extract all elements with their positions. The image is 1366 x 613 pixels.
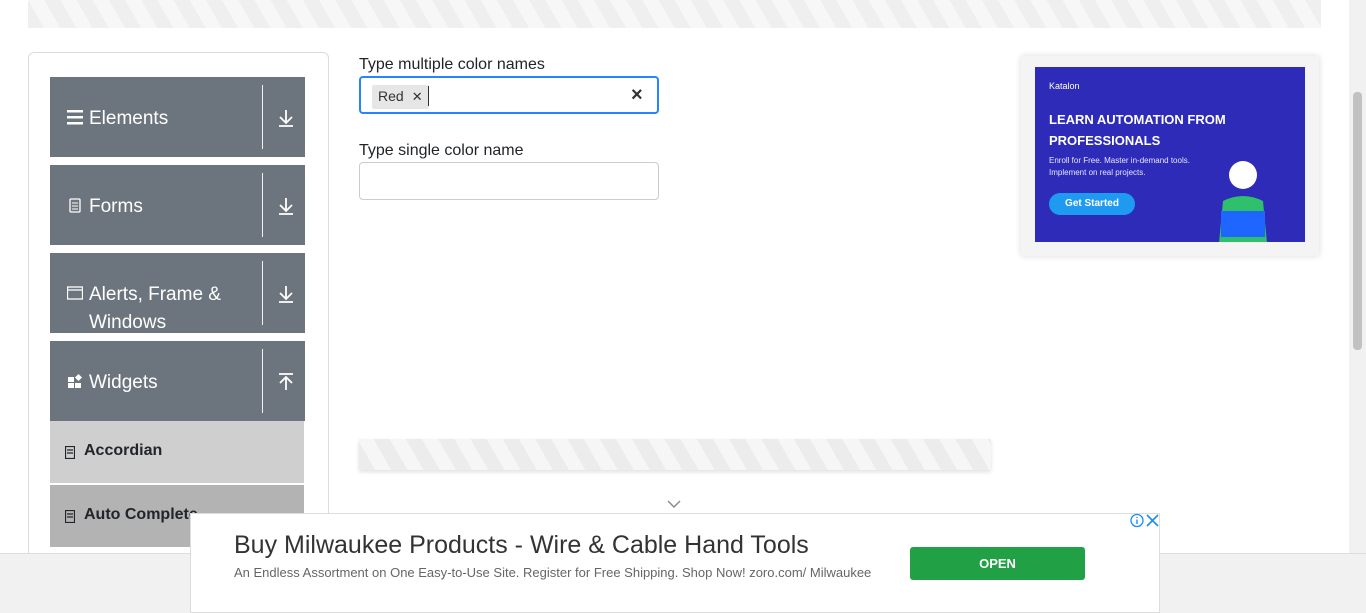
chip-label: Red xyxy=(378,88,404,104)
bottom-ad-title[interactable]: Buy Milwaukee Products - Wire & Cable Ha… xyxy=(234,531,809,560)
download-arrow-icon[interactable] xyxy=(277,196,295,216)
single-color-label: Type single color name xyxy=(359,142,524,159)
single-color-input[interactable] xyxy=(359,162,659,200)
scrollbar-thumb[interactable] xyxy=(1353,92,1362,350)
ad-info-close-icon[interactable] xyxy=(1129,513,1160,528)
sidebar-group-alerts[interactable]: Alerts, Frame & Windows xyxy=(50,253,305,333)
item-icon xyxy=(65,510,75,523)
sidebar-group-elements[interactable]: Elements xyxy=(50,77,305,157)
ad-get-started-button[interactable]: Get Started xyxy=(1049,193,1135,215)
upload-arrow-icon[interactable] xyxy=(277,372,295,392)
bottom-ad-description: An Endless Assortment on One Easy-to-Use… xyxy=(234,565,872,580)
divider xyxy=(262,261,263,325)
clear-icon[interactable]: × xyxy=(631,84,643,107)
multi-color-label: Type multiple color names xyxy=(359,56,545,73)
sidebar-group-label: Elements xyxy=(89,108,169,129)
item-icon xyxy=(65,446,75,459)
sidebar-group-widgets[interactable]: Widgets xyxy=(50,341,305,421)
top-banner xyxy=(28,0,1321,28)
divider xyxy=(262,173,263,237)
text-caret xyxy=(428,86,429,106)
sidebar-group-label: Forms xyxy=(89,196,143,217)
ad-subtext: Enroll for Free. Master in-demand tools.… xyxy=(1049,156,1190,177)
widgets-icon xyxy=(68,373,83,388)
divider xyxy=(262,349,263,413)
vertical-scrollbar[interactable] xyxy=(1349,0,1366,553)
ad-image[interactable]: Katalon LEARN AUTOMATION FROM PROFESSION… xyxy=(1035,67,1305,242)
ad-card[interactable]: Katalon LEARN AUTOMATION FROM PROFESSION… xyxy=(1021,56,1319,256)
document-icon xyxy=(69,198,81,213)
ad-headline: LEARN AUTOMATION FROM PROFESSIONALS xyxy=(1049,112,1226,148)
bottom-ad[interactable]: Buy Milwaukee Products - Wire & Cable Ha… xyxy=(190,513,1160,613)
chevron-down-icon[interactable] xyxy=(667,499,681,509)
window-icon xyxy=(67,286,83,300)
mid-banner xyxy=(359,439,991,470)
sidebar-group-label: Widgets xyxy=(89,372,158,393)
person-illustration-icon xyxy=(1219,161,1267,242)
bottom-ad-open-button[interactable]: OPEN xyxy=(910,547,1085,580)
download-arrow-icon[interactable] xyxy=(277,108,295,128)
multi-color-input[interactable]: Red ✕ × xyxy=(359,76,659,114)
sidebar-item-label: Auto Complete xyxy=(84,506,198,523)
sidebar-group-forms[interactable]: Forms xyxy=(50,165,305,245)
sidebar-group-label: Alerts, Frame & Windows xyxy=(89,284,221,333)
sidebar-item-accordian[interactable]: Accordian xyxy=(50,421,304,484)
ad-brand: Katalon xyxy=(1049,81,1080,91)
hamburger-icon xyxy=(67,110,83,125)
download-arrow-icon[interactable] xyxy=(277,284,295,304)
chip-remove-icon[interactable]: ✕ xyxy=(412,89,423,104)
color-chip: Red ✕ xyxy=(372,85,429,109)
divider xyxy=(262,85,263,149)
sidebar-item-label: Accordian xyxy=(84,442,163,459)
